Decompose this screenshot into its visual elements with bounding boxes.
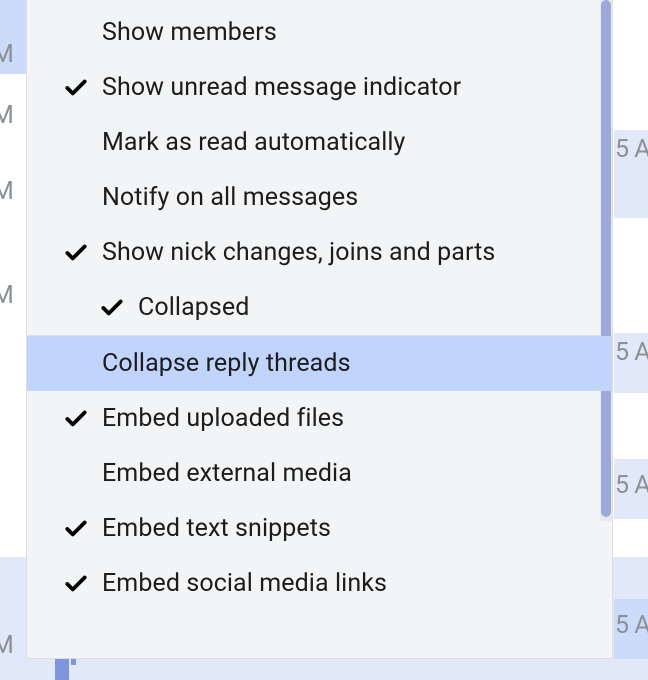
- menu-item-label: Collapse reply threads: [102, 349, 351, 378]
- menu-item-embed-text-snippets[interactable]: Embed text snippets: [27, 501, 612, 556]
- timestamp-fragment: 5 A: [615, 611, 648, 640]
- menu-item-label: Notify on all messages: [102, 183, 358, 212]
- timestamp-fragment: M: [0, 281, 13, 310]
- menu-subitem-collapsed[interactable]: Collapsed: [27, 280, 612, 335]
- menu-item-label: Embed text snippets: [102, 514, 331, 543]
- screenshot-root: M M M M M 5 A 5 A 5 A 5 A Show membersSh…: [0, 0, 648, 680]
- menu-item-label: Embed social media links: [102, 569, 387, 598]
- decorative-bit: [71, 659, 76, 665]
- check-icon: [63, 516, 89, 542]
- timestamp-fragment: 5 A: [615, 338, 648, 367]
- menu-item-embed-external-media[interactable]: Embed external media: [27, 446, 612, 501]
- menu-item-notify-all-messages[interactable]: Notify on all messages: [27, 170, 612, 225]
- decorative-bit: [55, 659, 69, 680]
- check-icon: [63, 75, 89, 101]
- menu-item-label: Mark as read automatically: [102, 128, 406, 157]
- menu-item-label: Show members: [102, 18, 277, 47]
- menu-item-embed-uploaded-files[interactable]: Embed uploaded files: [27, 391, 612, 446]
- menu-item-label: Embed external media: [102, 459, 352, 488]
- menu-item-show-members[interactable]: Show members: [27, 5, 612, 60]
- menu-item-embed-social-media[interactable]: Embed social media links: [27, 556, 612, 611]
- timestamp-fragment: 5 A: [615, 135, 648, 164]
- check-icon: [63, 571, 89, 597]
- menu-item-label: Show nick changes, joins and parts: [102, 238, 495, 267]
- timestamp-fragment: M: [0, 101, 13, 130]
- timestamp-fragment: M: [0, 177, 13, 206]
- menu-item-collapse-reply-threads[interactable]: Collapse reply threads: [27, 336, 612, 391]
- menu-item-label: Collapsed: [138, 293, 249, 322]
- menu-item-mark-as-read-auto[interactable]: Mark as read automatically: [27, 115, 612, 170]
- check-icon: [99, 295, 125, 321]
- menu-item-label: Show unread message indicator: [102, 73, 461, 102]
- timestamp-fragment: M: [0, 631, 13, 660]
- menu-item-label: Embed uploaded files: [102, 404, 344, 433]
- timestamp-fragment: M: [0, 40, 13, 69]
- settings-dropdown-menu: Show members Show unread message indicato…: [26, 0, 613, 659]
- menu-item-show-unread-indicator[interactable]: Show unread message indicator: [27, 60, 612, 115]
- check-icon: [63, 240, 89, 266]
- menu-item-list: Show members Show unread message indicato…: [27, 0, 612, 611]
- check-icon: [63, 406, 89, 432]
- timestamp-fragment: 5 A: [615, 471, 648, 500]
- menu-item-show-nick-changes[interactable]: Show nick changes, joins and parts: [27, 225, 612, 280]
